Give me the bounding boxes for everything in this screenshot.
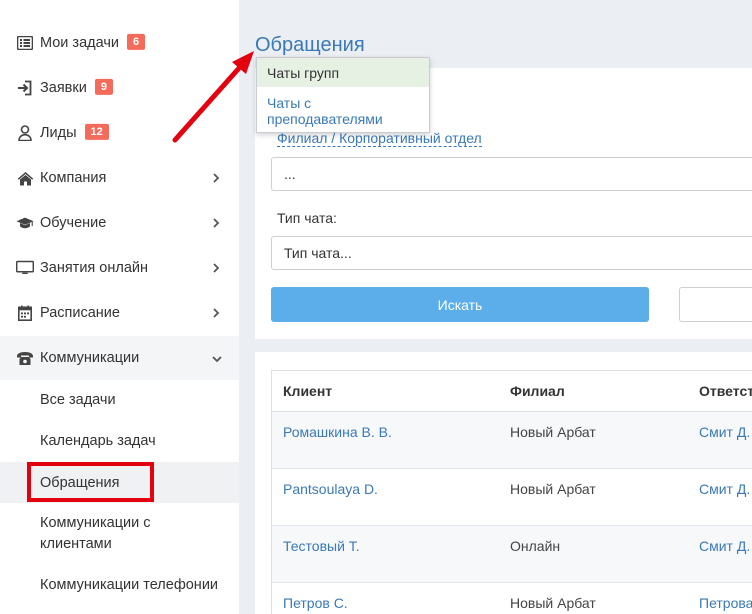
responsible-link[interactable]: Смит Д. — [699, 424, 750, 440]
page-title: Обращения — [255, 34, 365, 56]
phone-icon — [16, 349, 34, 367]
sidebar-item-schedule[interactable]: Расписание — [0, 291, 239, 335]
sidebar-item-label: Лиды — [40, 124, 77, 141]
count-badge: 12 — [84, 124, 109, 141]
sidebar-item-label: Коммуникации — [40, 350, 140, 366]
calendar-icon — [16, 304, 34, 322]
responsible-link[interactable]: Смит Д. — [699, 481, 750, 497]
search-button[interactable]: Искать — [271, 287, 649, 322]
client-link[interactable]: Петров С. — [283, 595, 348, 611]
branch-cell: Онлайн — [510, 538, 561, 554]
sidebar-item-label: Компания — [40, 170, 107, 186]
chevron-right-icon — [211, 262, 221, 274]
sidebar-item-label: Обучение — [40, 215, 107, 231]
count-badge: 9 — [94, 79, 113, 96]
chevron-down-icon — [211, 352, 222, 364]
column-header-responsible[interactable]: Ответст — [699, 383, 752, 399]
sidebar-item-online-classes[interactable]: Занятия онлайн — [0, 246, 239, 290]
sidebar-item-label: Расписание — [40, 305, 120, 321]
home-icon — [16, 169, 34, 187]
branch-cell: Новый Арбат — [510, 424, 596, 440]
sidebar-item-requests[interactable]: Заявки 9 — [0, 66, 239, 110]
sidebar-item-label: Заявки — [40, 79, 87, 96]
sidebar-subitem-label: Коммуникации с клиентами — [40, 515, 151, 552]
sidebar-subitem-label: Календарь задач — [40, 433, 156, 449]
task-list-icon — [16, 34, 34, 52]
sidebar-item-communications[interactable]: Коммуникации — [0, 336, 239, 380]
chevron-right-icon — [211, 307, 221, 319]
sidebar-item-label: Занятия онлайн — [40, 260, 149, 276]
client-link[interactable]: Pantsoulaya D. — [283, 481, 378, 497]
chat-type-label: Тип чата: — [277, 210, 337, 226]
chat-type-select[interactable]: Тип чата... — [271, 236, 752, 270]
sign-in-icon — [16, 79, 34, 97]
column-header-branch[interactable]: Филиал — [510, 383, 565, 399]
sidebar-item-leads[interactable]: Лиды 12 — [0, 111, 239, 155]
branch-cell: Новый Арбат — [510, 595, 596, 611]
chevron-right-icon — [211, 217, 221, 229]
count-badge: 6 — [127, 34, 146, 51]
table-row: Ромашкина В. В. Новый Арбат Смит Д. — [272, 412, 752, 469]
sidebar-subitem-label: Все задачи — [40, 392, 116, 408]
table-row: Тестовый Т. Онлайн Смит Д. — [272, 526, 752, 583]
chat-type-dropdown: Чаты групп Чаты с преподавателями — [256, 57, 430, 133]
dropdown-option-teacher-chats[interactable]: Чаты с преподавателями — [267, 95, 417, 127]
sidebar: Мои задачи 6 Заявки 9 Лиды 12 Компания Обуч… — [0, 0, 239, 614]
sidebar-item-my-tasks[interactable]: Мои задачи 6 — [0, 21, 239, 65]
responsible-link[interactable]: Петрова — [699, 595, 752, 611]
responsible-link[interactable]: Смит Д. — [699, 538, 750, 554]
sidebar-item-label: Мои задачи — [40, 34, 120, 51]
table-row: Pantsoulaya D. Новый Арбат Смит Д. — [272, 469, 752, 526]
chevron-right-icon — [211, 172, 221, 184]
results-table: Клиент Филиал Ответст Ромашкина В. В. Но… — [271, 370, 752, 614]
dropdown-option-group-chats[interactable]: Чаты групп — [257, 58, 429, 87]
sidebar-item-company[interactable]: Компания — [0, 156, 239, 200]
user-icon — [16, 124, 34, 142]
highlight-box — [27, 462, 154, 502]
branch-cell: Новый Арбат — [510, 481, 596, 497]
sidebar-subitem-task-calendar[interactable]: Календарь задач — [0, 421, 239, 462]
table-header: Клиент Филиал Ответст — [272, 371, 752, 412]
sidebar-subitem-client-communications[interactable]: Коммуникации с клиентами — [0, 503, 239, 565]
secondary-button[interactable] — [679, 287, 752, 322]
table-row: Петров С. Новый Арбат Петрова — [272, 583, 752, 614]
client-link[interactable]: Тестовый Т. — [283, 538, 360, 554]
sidebar-subitem-all-tasks[interactable]: Все задачи — [0, 380, 239, 421]
sidebar-subitem-label: Коммуникации телефонии — [40, 577, 219, 593]
monitor-icon — [16, 259, 34, 277]
sidebar-item-education[interactable]: Обучение — [0, 201, 239, 245]
column-header-client[interactable]: Клиент — [283, 383, 332, 399]
client-link[interactable]: Ромашкина В. В. — [283, 424, 392, 440]
sidebar-subitem-telephony-communications[interactable]: Коммуникации телефонии — [0, 565, 239, 609]
branch-select[interactable]: ... — [271, 157, 752, 191]
graduation-cap-icon — [16, 214, 34, 232]
